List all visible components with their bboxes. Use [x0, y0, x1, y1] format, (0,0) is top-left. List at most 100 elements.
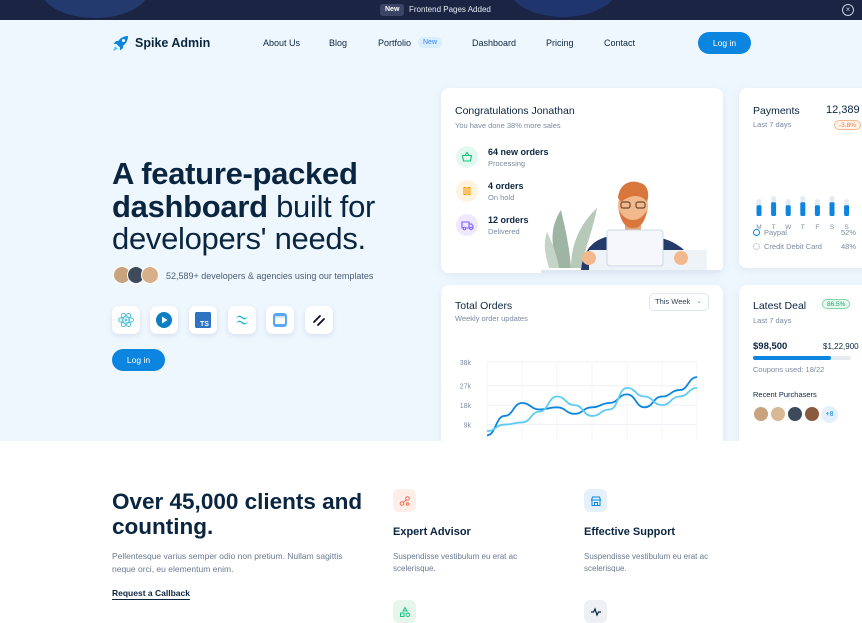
nav-portfolio[interactable]: Portfolio — [378, 38, 411, 48]
latest-deal-card: Latest Deal 86.5% Last 7 days $98,500 $1… — [739, 285, 862, 441]
payments-card: Payments 12,389 Last 7 days -3.8% MTWTFS… — [739, 88, 862, 268]
total-orders-subtitle: Weekly order updates — [455, 314, 528, 323]
paypal-legend-marker — [753, 229, 760, 236]
nav-about-us[interactable]: About Us — [263, 38, 300, 48]
hero-title-line2-light: built for — [267, 188, 376, 224]
support-icon — [584, 489, 607, 512]
feature-title: Effective Support — [584, 526, 676, 538]
announcement-banner: New Frontend Pages Added × — [0, 0, 862, 20]
order-status: Processing — [488, 159, 526, 168]
y-tick-label: 27k — [460, 384, 472, 391]
hero-login-button[interactable]: Log in — [112, 349, 165, 371]
period-select[interactable]: This Week ⌄ — [649, 293, 709, 311]
tailwind-icon[interactable] — [228, 306, 256, 334]
developers-count-text: 52,589+ developers & agencies using our … — [166, 271, 374, 281]
banner-decoration — [40, 0, 150, 18]
avatar — [770, 406, 786, 422]
recent-purchasers: +8 — [753, 406, 838, 423]
rocket-icon — [113, 36, 128, 51]
coupons-used: Coupons used: 18/22 — [753, 365, 825, 374]
legend-label: Credit Debit Card — [764, 242, 822, 251]
nav-contact[interactable]: Contact — [604, 38, 635, 48]
truck-icon — [456, 214, 478, 236]
avatar — [804, 406, 820, 422]
legend-value: 48% — [841, 242, 857, 251]
order-title: 4 orders — [488, 181, 524, 191]
portfolio-new-badge: New — [418, 37, 443, 48]
hero-title-line1: A feature-packed — [112, 156, 358, 191]
y-tick-label: 18k — [460, 403, 472, 410]
bar-paypal — [829, 202, 835, 216]
y-tick-label: 9k — [464, 423, 472, 430]
deal-amount: $98,500 — [753, 341, 788, 352]
total-orders-chart: 38k27k18k9k0k — [460, 360, 698, 441]
avatar — [141, 266, 159, 284]
close-icon[interactable]: × — [842, 4, 854, 16]
avatar — [753, 406, 769, 422]
order-status: On hold — [488, 193, 515, 202]
x-tick-label: S — [830, 224, 835, 231]
bar-paypal — [771, 202, 777, 216]
hero-title-line2-bold: dashboard — [112, 188, 268, 224]
legend-value: 52% — [841, 228, 857, 237]
request-callback-link[interactable]: Request a Callback — [112, 588, 190, 600]
typescript-icon[interactable]: TS — [189, 306, 217, 334]
brand-name: Spike Admin — [135, 36, 211, 50]
order-title: 12 orders — [488, 215, 529, 225]
card-legend-marker — [753, 243, 760, 250]
payments-value: 12,389 — [826, 104, 860, 116]
payments-subtitle: Last 7 days — [753, 120, 792, 129]
legend-label: Paypal — [764, 228, 787, 237]
shapes-icon — [393, 600, 416, 623]
bar-paypal — [814, 205, 820, 216]
more-purchasers-badge[interactable]: +8 — [821, 406, 838, 423]
bar-paypal — [756, 205, 762, 216]
developer-avatars — [113, 266, 159, 284]
feature-title: Expert Advisor — [393, 526, 471, 538]
congrats-subtitle: You have done 38% more sales — [455, 121, 561, 130]
order-status: Delivered — [488, 227, 520, 236]
bar-paypal — [785, 205, 791, 216]
feature-description: Suspendisse vestibulum eu erat ac sceler… — [393, 552, 518, 573]
total-orders-card: Total Orders Weekly order updates This W… — [441, 285, 723, 441]
developer-illustration — [541, 181, 721, 273]
login-button[interactable]: Log in — [698, 32, 751, 54]
bar-paypal — [844, 205, 850, 216]
deal-progress-track — [753, 356, 851, 360]
clients-title: Over 45,000 clients and counting. — [112, 489, 363, 539]
deal-target: $1,22,900 — [823, 342, 859, 351]
hero-section: Spike Admin About Us Blog Portfolio New … — [0, 20, 862, 441]
pause-icon — [456, 180, 478, 202]
banner-new-badge: New — [380, 4, 405, 16]
congrats-title: Congratulations Jonathan — [455, 105, 575, 117]
deal-progress-fill — [753, 356, 832, 360]
x-tick-label: F — [815, 224, 819, 231]
payments-change-badge: -3.8% — [834, 120, 861, 130]
activity-icon — [584, 600, 607, 623]
react-icon[interactable] — [112, 306, 140, 334]
bar-paypal — [800, 202, 806, 216]
period-select-value: This Week — [655, 297, 691, 306]
basket-icon — [456, 146, 478, 168]
avatar — [787, 406, 803, 422]
order-title: 64 new orders — [488, 147, 549, 157]
banner-message[interactable]: Frontend Pages Added — [409, 4, 491, 16]
latest-deal-subtitle: Last 7 days — [753, 316, 792, 325]
brand-logo[interactable]: Spike Admin — [112, 34, 210, 52]
bootstrap-icon[interactable] — [266, 306, 294, 334]
clients-description: Pellentesque varius semper odio non pret… — [112, 551, 343, 574]
congratulations-card: Congratulations Jonathan You have done 3… — [441, 88, 723, 273]
x-tick-label: T — [801, 224, 805, 231]
nav-pricing[interactable]: Pricing — [546, 38, 574, 48]
chevron-down-icon: ⌄ — [696, 298, 702, 305]
typescript-label: TS — [200, 321, 209, 328]
shadcn-icon[interactable] — [305, 306, 333, 334]
feature-description: Suspendisse vestibulum eu erat ac sceler… — [584, 552, 709, 573]
nav-dashboard[interactable]: Dashboard — [472, 38, 516, 48]
latest-deal-title: Latest Deal — [753, 300, 807, 312]
y-tick-label: 38k — [460, 360, 472, 367]
total-orders-title: Total Orders — [455, 300, 513, 312]
payments-title: Payments — [753, 105, 800, 117]
nextjs-icon[interactable] — [150, 306, 178, 334]
nav-blog[interactable]: Blog — [329, 38, 347, 48]
